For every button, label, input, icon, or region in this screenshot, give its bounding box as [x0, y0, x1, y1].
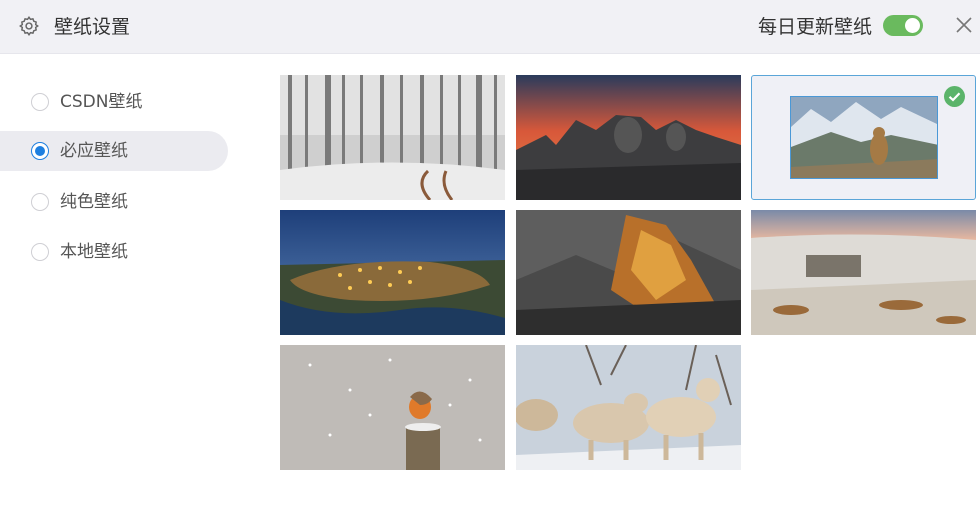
- toggle-knob: [905, 18, 920, 33]
- gear-icon: [19, 16, 39, 36]
- dialog-title: 壁纸设置: [54, 16, 131, 38]
- source-option-solid-color[interactable]: 纯色壁纸: [0, 182, 228, 222]
- source-option-bing[interactable]: 必应壁纸: [0, 131, 228, 171]
- source-option-label: 必应壁纸: [60, 141, 128, 161]
- daily-update-label: 每日更新壁纸: [758, 16, 873, 38]
- wallpaper-thumb-stone-heads[interactable]: [516, 75, 741, 200]
- source-option-label: 纯色壁纸: [60, 192, 128, 212]
- wallpaper-thumb-snowy-moor[interactable]: [751, 210, 976, 335]
- radio-button-selected[interactable]: [31, 142, 49, 160]
- wallpaper-image: [280, 75, 505, 200]
- wallpaper-image: [280, 210, 505, 335]
- daily-update-toggle[interactable]: [883, 15, 923, 36]
- dialog-header: 壁纸设置 每日更新壁纸: [0, 0, 980, 54]
- wallpaper-thumb-marmot[interactable]: [751, 75, 976, 200]
- wallpaper-image: [516, 75, 741, 200]
- wallpaper-thumb-robin[interactable]: [280, 345, 505, 470]
- wallpaper-thumb-snowy-forest[interactable]: [280, 75, 505, 200]
- source-option-label: CSDN壁纸: [60, 92, 143, 112]
- source-option-csdn[interactable]: CSDN壁纸: [0, 82, 228, 122]
- wallpaper-image: [516, 345, 741, 470]
- wallpaper-image: [280, 345, 505, 470]
- wallpaper-thumb-golden-rock[interactable]: [516, 210, 741, 335]
- radio-button[interactable]: [31, 93, 49, 111]
- wallpaper-thumb-city-night[interactable]: [280, 210, 505, 335]
- source-option-local[interactable]: 本地壁纸: [0, 232, 228, 272]
- selected-check-icon: [944, 86, 965, 107]
- wallpaper-image-frame: [790, 96, 938, 179]
- wallpaper-image: [751, 210, 976, 335]
- radio-button[interactable]: [31, 243, 49, 261]
- radio-button[interactable]: [31, 193, 49, 211]
- wallpaper-source-list: CSDN壁纸 必应壁纸 纯色壁纸 本地壁纸: [0, 54, 240, 520]
- wallpaper-image: [516, 210, 741, 335]
- wallpaper-thumb-wolves[interactable]: [516, 345, 741, 470]
- close-icon[interactable]: [954, 15, 974, 35]
- source-option-label: 本地壁纸: [60, 242, 128, 262]
- wallpaper-image: [791, 97, 937, 178]
